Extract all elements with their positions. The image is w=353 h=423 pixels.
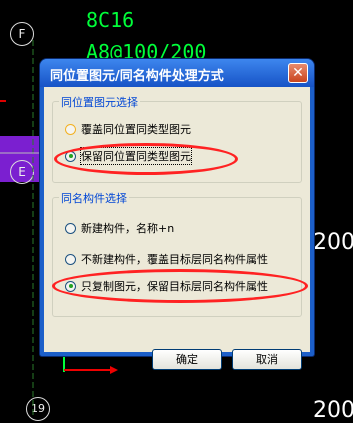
radio-new-component[interactable]: 新建构件，名称+n [65, 220, 174, 236]
cancel-button[interactable]: 取消 [232, 349, 302, 370]
radio-label: 覆盖同位置同类型图元 [81, 123, 191, 136]
annotation-oval [54, 143, 238, 175]
radio-button[interactable] [65, 222, 76, 234]
annotation-oval [52, 269, 308, 303]
dialog-body: 同位置图元选择 覆盖同位置同类型图元 保留同位置同类型图元 同名构件选择 新建构… [44, 87, 310, 370]
dialog-title: 同位置图元/同名构件处理方式 [50, 69, 224, 84]
radio-overwrite-attributes[interactable]: 不新建构件，覆盖目标层同名构件属性 [65, 251, 268, 267]
group-legend: 同名构件选择 [59, 190, 129, 206]
radio-button[interactable] [65, 253, 76, 265]
radio-button[interactable] [65, 123, 76, 135]
radio-label: 新建构件，名称+n [81, 222, 175, 235]
close-icon[interactable]: ✕ [288, 63, 308, 83]
radio-overwrite-same-position[interactable]: 覆盖同位置同类型图元 [65, 121, 191, 137]
radio-label: 不新建构件，覆盖目标层同名构件属性 [81, 253, 268, 266]
dialog-title-bar[interactable]: 同位置图元/同名构件处理方式 ✕ [40, 59, 314, 87]
ok-button[interactable]: 确定 [152, 349, 222, 370]
handling-method-dialog: 同位置图元/同名构件处理方式 ✕ 同位置图元选择 覆盖同位置同类型图元 保留同位… [40, 59, 314, 370]
group-legend: 同位置图元选择 [59, 94, 140, 110]
